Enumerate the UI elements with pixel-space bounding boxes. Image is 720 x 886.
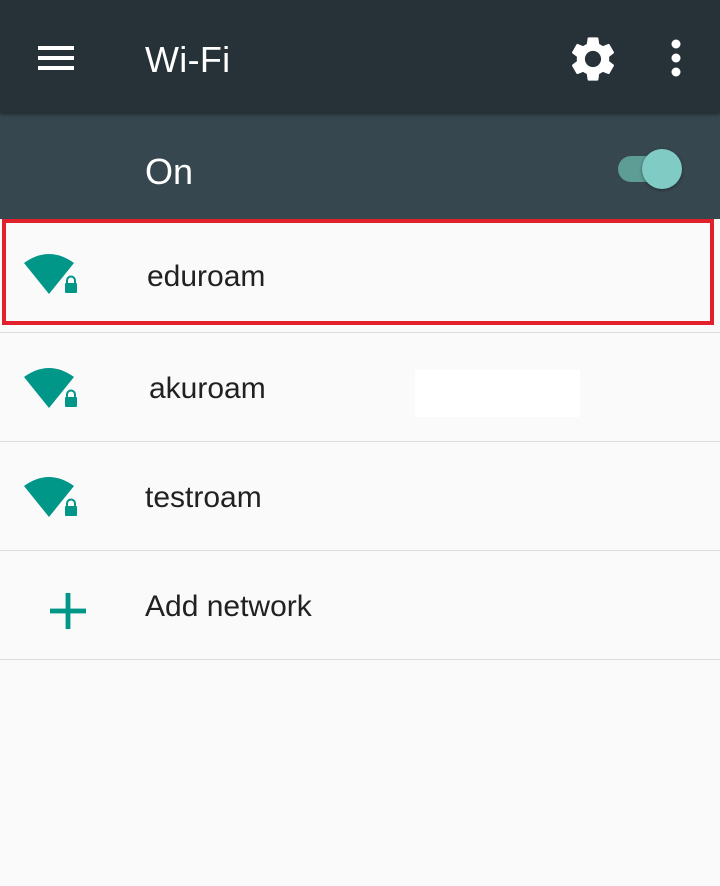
menu-button[interactable] <box>26 32 86 84</box>
network-ssid: eduroam <box>147 260 266 293</box>
overflow-menu-button[interactable] <box>656 32 696 86</box>
gear-icon <box>571 37 615 81</box>
switch-state-label: On <box>145 151 194 192</box>
page-title: Wi-Fi <box>145 39 231 80</box>
network-ssid: testroam <box>145 481 262 514</box>
network-item-eduroam[interactable]: eduroam <box>0 219 720 333</box>
wifi-toggle[interactable] <box>612 147 684 191</box>
wifi-lock-icon <box>24 477 77 517</box>
redaction-box <box>415 370 580 417</box>
network-item-akuroam[interactable]: akuroam <box>0 333 720 442</box>
plus-icon <box>50 593 86 629</box>
network-list: eduroam akuroam testroam Add network <box>0 219 720 660</box>
network-item-testroam[interactable]: testroam <box>0 442 720 551</box>
menu-icon <box>38 46 74 70</box>
add-network-label: Add network <box>145 590 312 623</box>
add-network-item[interactable]: Add network <box>0 551 720 660</box>
wifi-lock-icon <box>24 368 77 408</box>
toggle-thumb <box>642 149 682 189</box>
more-vert-icon <box>671 39 681 77</box>
wifi-lock-icon <box>24 254 77 294</box>
settings-button[interactable] <box>566 32 620 86</box>
network-ssid: akuroam <box>149 372 266 405</box>
wifi-switch-bar[interactable]: On <box>0 113 720 219</box>
app-bar: Wi-Fi <box>0 0 720 113</box>
